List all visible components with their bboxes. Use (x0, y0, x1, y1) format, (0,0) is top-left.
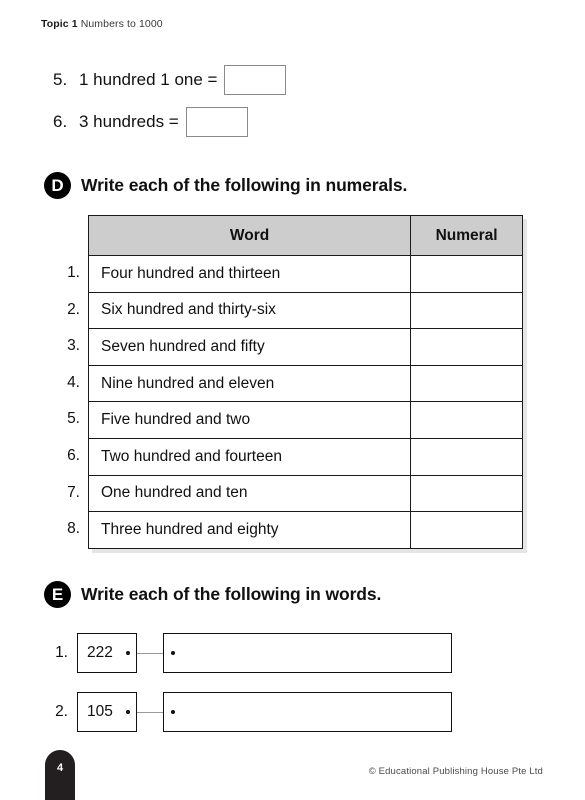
column-header-numeral: Numeral (410, 215, 523, 256)
answer-input-q6[interactable] (185, 107, 248, 137)
connector-line (137, 711, 163, 713)
word-cell: Six hundred and thirty-six (87, 291, 412, 330)
question-number: 5. (53, 70, 68, 89)
number-box-105: 105 (77, 692, 137, 732)
row-number: 1. (67, 264, 80, 281)
word-cell: One hundred and ten (87, 474, 412, 513)
word-numeral-table: Word Numeral Four hundred and thirteen S… (87, 215, 523, 549)
row-number: 2. (67, 300, 80, 318)
section-e-heading: E Write each of the following in words. (44, 581, 381, 608)
topic-label: Topic 1 (41, 18, 78, 30)
table-row: Four hundred and thirteen (87, 255, 523, 293)
row-number-column: 1. 2. 3. 4. 5. 6. 7. 8. (51, 255, 84, 548)
table-row: Three hundred and eighty (87, 511, 523, 549)
table-row: Two hundred and fourteen (87, 437, 523, 476)
row-number: 1. (55, 644, 68, 661)
question-row-6: 6. 3 hundreds = (53, 107, 248, 137)
word-cell: Two hundred and fourteen (87, 437, 412, 476)
row-number: 7. (67, 483, 80, 501)
section-e-row-2: 2. 105 (51, 692, 452, 732)
word-cell: Seven hundred and fifty (87, 328, 412, 366)
numeral-input-cell[interactable] (410, 401, 523, 439)
word-cell: Five hundred and two (87, 401, 412, 439)
answer-input-q5[interactable] (224, 65, 287, 95)
question-row-5: 5. 1 hundred 1 one = (53, 65, 287, 95)
row-number: 4. (67, 373, 80, 391)
connector-dot-icon (126, 710, 130, 714)
column-header-word: Word (87, 215, 412, 256)
row-number: 8. (67, 520, 80, 538)
numeral-input-cell[interactable] (410, 437, 523, 476)
table-row: One hundred and ten (87, 474, 523, 513)
connector-dot-icon (126, 651, 130, 655)
word-cell: Four hundred and thirteen (87, 255, 412, 293)
section-d-heading: D Write each of the following in numeral… (44, 172, 407, 199)
worksheet-page: Topic 1 Numbers to 1000 5. 1 hundred 1 on… (0, 0, 585, 800)
connector-line (137, 652, 163, 654)
page-number-tab: 4 (45, 750, 75, 800)
row-number: 5. (67, 410, 80, 428)
table-row: Six hundred and thirty-six (87, 291, 523, 330)
row-number: 6. (67, 446, 80, 464)
copyright-notice: © Educational Publishing House Pte Ltd (368, 766, 543, 777)
topic-title: Numbers to 1000 (80, 18, 163, 30)
answer-input-e1[interactable] (163, 633, 452, 673)
section-d-title: Write each of the following in numerals. (81, 175, 408, 195)
page-header: Topic 1 Numbers to 1000 (41, 18, 163, 30)
answer-input-e2[interactable] (163, 692, 452, 732)
connector-dot-icon (171, 710, 175, 714)
question-number: 6. (53, 112, 68, 131)
table-header-row: Word Numeral (87, 215, 523, 256)
numeral-input-cell[interactable] (410, 511, 523, 549)
section-e-row-1: 1. 222 (51, 633, 452, 673)
question-text: 1 hundred 1 one = (79, 70, 218, 89)
numeral-input-cell[interactable] (410, 291, 523, 330)
number-box-222: 222 (77, 633, 137, 673)
number-value: 222 (87, 644, 113, 661)
question-text: 3 hundreds = (79, 112, 179, 131)
numeral-input-cell[interactable] (410, 364, 523, 403)
row-number: 2. (55, 703, 68, 720)
connector-dot-icon (171, 651, 175, 655)
section-d-table-wrapper: 1. 2. 3. 4. 5. 6. 7. 8. Word Numeral Fou… (51, 215, 529, 549)
section-badge-d: D (44, 172, 71, 199)
section-badge-e: E (44, 581, 71, 608)
numeral-input-cell[interactable] (410, 328, 523, 366)
table-row: Seven hundred and fifty (87, 328, 523, 366)
numeral-input-cell[interactable] (410, 474, 523, 513)
number-value: 105 (87, 703, 113, 720)
table-row: Five hundred and two (87, 401, 523, 439)
table-row: Nine hundred and eleven (87, 364, 523, 403)
row-number: 3. (67, 337, 80, 355)
section-e-title: Write each of the following in words. (81, 584, 382, 604)
word-cell: Nine hundred and eleven (87, 364, 412, 403)
numeral-input-cell[interactable] (410, 255, 523, 293)
word-cell: Three hundred and eighty (87, 511, 412, 549)
